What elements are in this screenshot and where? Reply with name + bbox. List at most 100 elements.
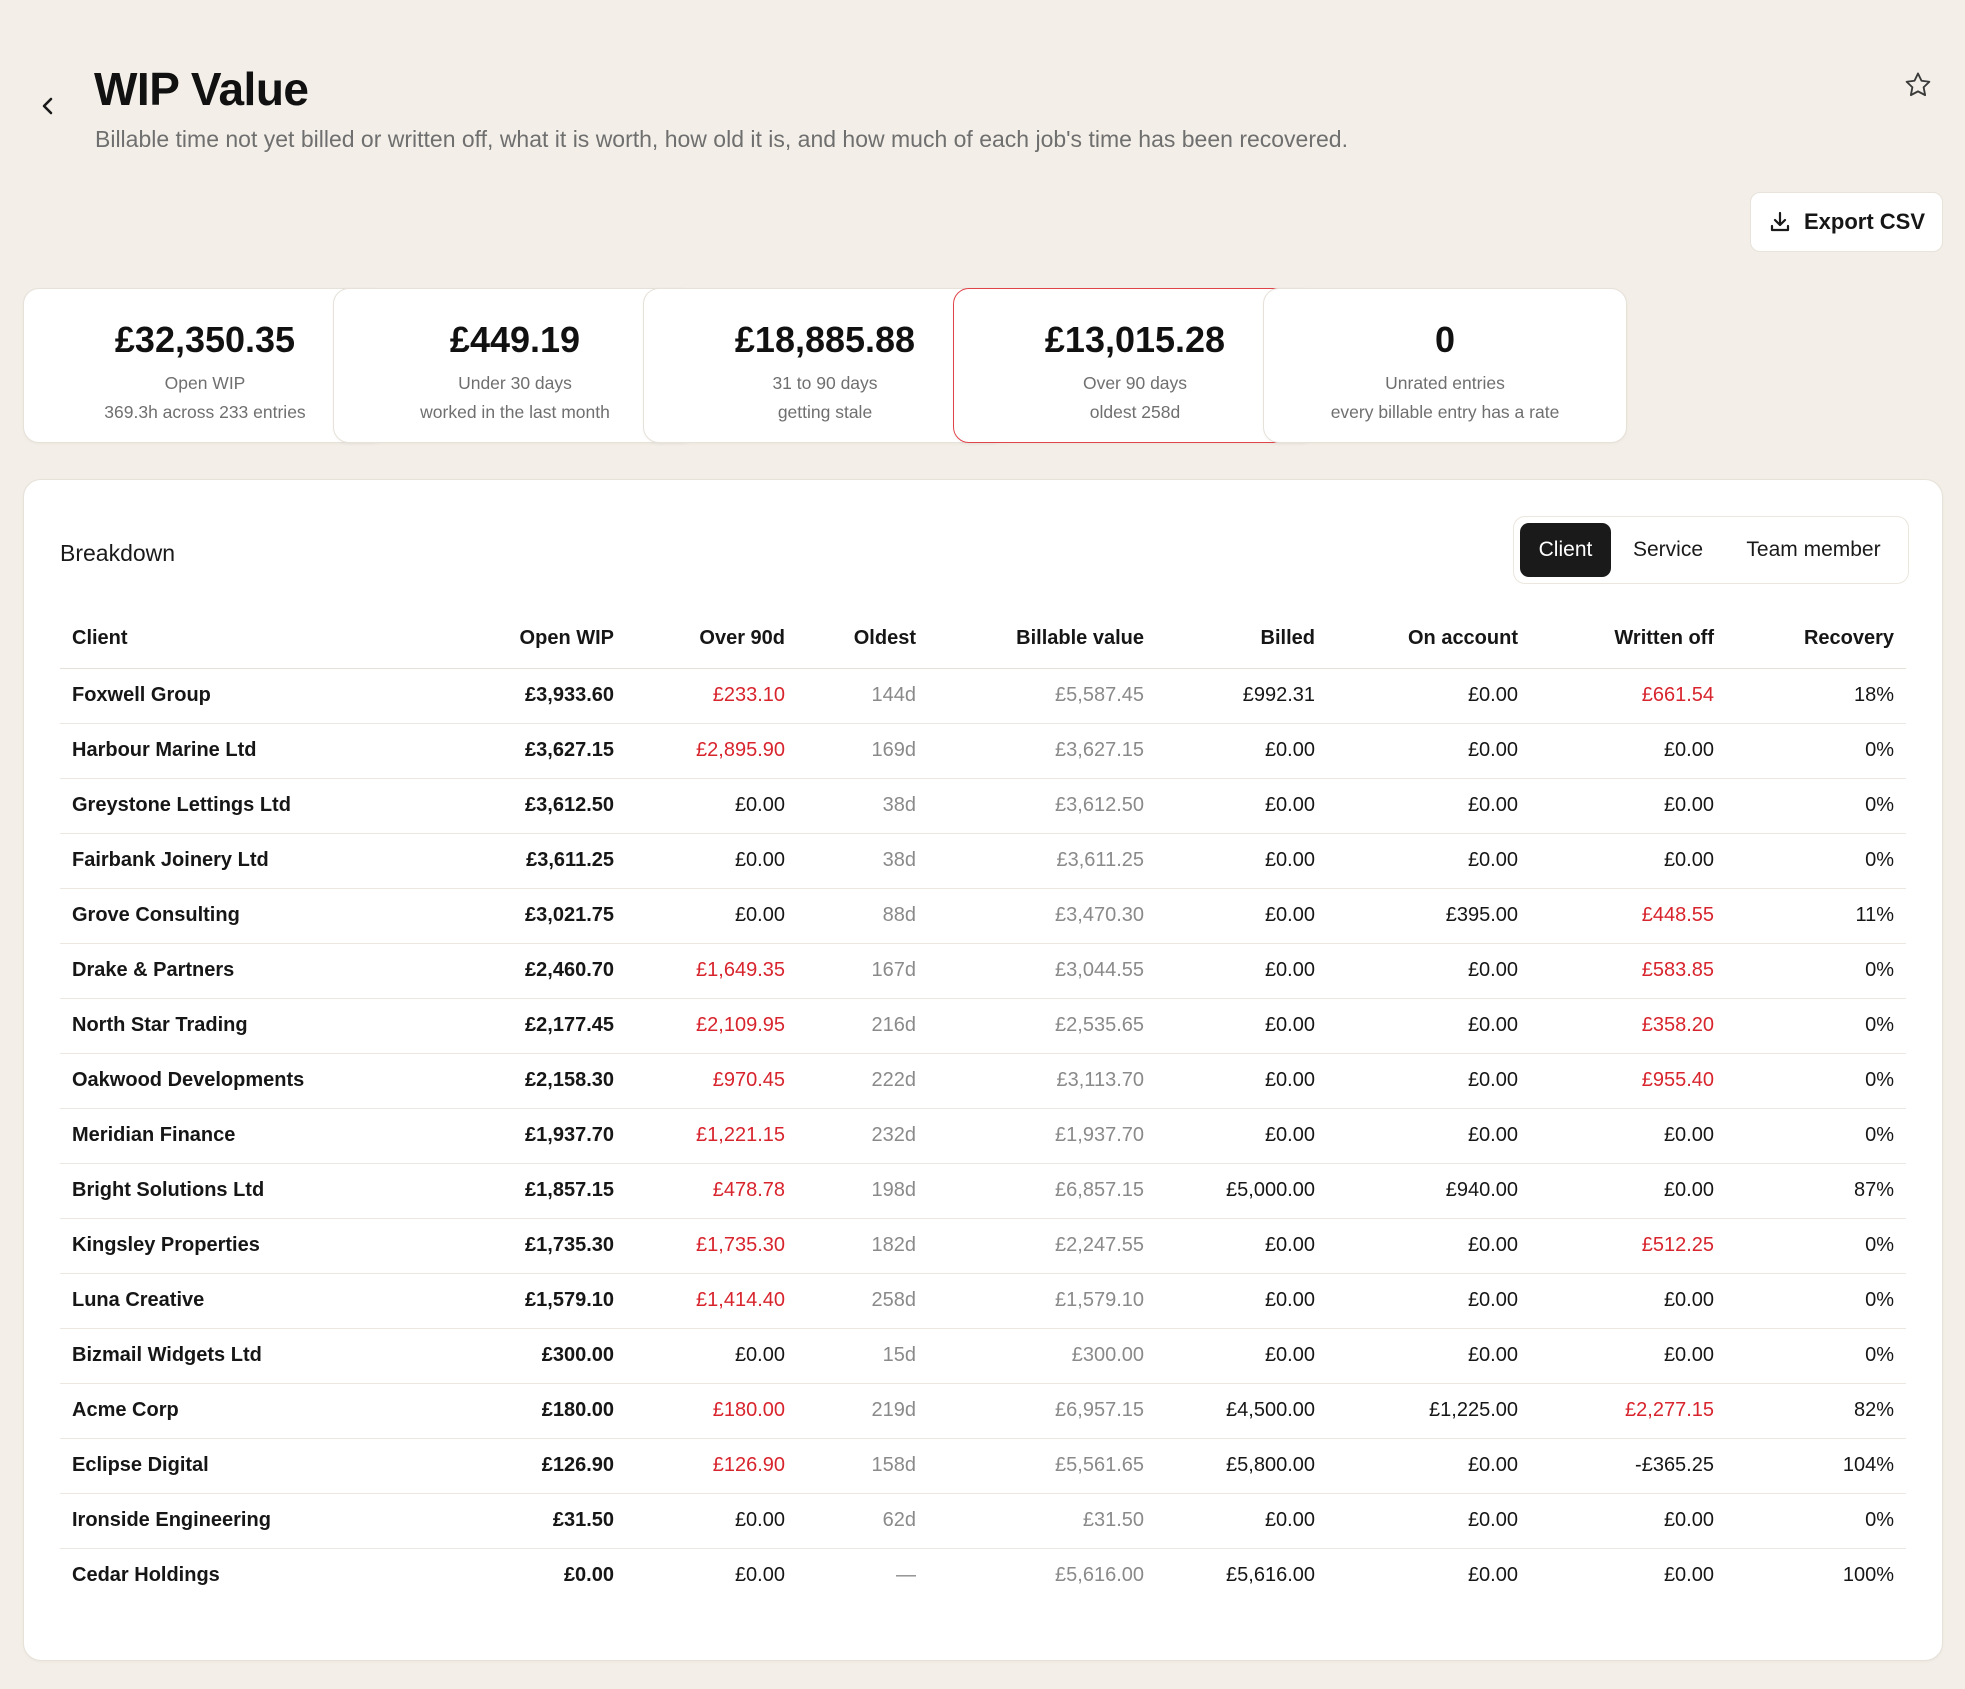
written-off-cell: £358.20 [1530, 998, 1726, 1054]
recovery-cell: 0% [1726, 1273, 1906, 1329]
column-header-written-off[interactable]: Written off [1530, 610, 1726, 669]
table-row[interactable]: Kingsley Properties £1,735.30 £1,735.30 182… [60, 1218, 1906, 1274]
billed-cell: £0.00 [1156, 998, 1327, 1054]
client-cell: Cedar Holdings [72, 1564, 220, 1587]
on-account-cell: £0.00 [1327, 1273, 1530, 1329]
on-account-cell: £395.00 [1327, 888, 1530, 944]
column-header-billable-value[interactable]: Billable value [928, 610, 1156, 669]
tab-service[interactable]: Service [1613, 523, 1723, 577]
written-off-cell: £0.00 [1530, 1163, 1726, 1219]
export-csv-button[interactable]: Export CSV [1750, 192, 1943, 252]
column-header-client[interactable]: Client [60, 610, 380, 669]
client-cell: Grove Consulting [60, 888, 380, 944]
client-cell: Fairbank Joinery Ltd [60, 833, 380, 889]
on-account-cell: £0.00 [1327, 1108, 1530, 1164]
billed-cell: £0.00 [1156, 1053, 1327, 1109]
oldest-cell: 38d [797, 833, 928, 889]
client-cell: North Star Trading [60, 998, 380, 1054]
oldest-cell: 222d [797, 1053, 928, 1109]
table-row[interactable]: Acme Corp £180.00 £180.00 219d £6,957.15 £4,5… [60, 1383, 1906, 1439]
table-row[interactable]: Greystone Lettings Ltd £3,612.50 £0.00 38d £… [60, 778, 1906, 834]
over-90d-cell: £0.00 [626, 778, 797, 834]
table-row[interactable]: Meridian Finance £1,937.70 £1,221.15 232d £1… [60, 1108, 1906, 1164]
favorite-button[interactable] [1901, 68, 1935, 102]
recovery-cell: 11% [1726, 888, 1906, 944]
client-cell: Bright Solutions Ltd [60, 1163, 380, 1219]
table-row[interactable]: Ironside Engineering £31.50 £0.00 62d £31.50… [60, 1493, 1906, 1549]
on-account-cell: £940.00 [1327, 1163, 1530, 1219]
download-icon [1770, 211, 1790, 232]
written-off-cell: £0.00 [1530, 778, 1726, 834]
billed-cell: £0.00 [1156, 1493, 1327, 1549]
over-90d-cell: £126.90 [626, 1438, 797, 1494]
tab-client[interactable]: Client [1520, 523, 1611, 577]
breakdown-panel: Breakdown Client Service Team member Cli… [23, 479, 1943, 1661]
column-header-on-account[interactable]: On account [1327, 610, 1530, 669]
open-wip-cell: £1,857.15 [380, 1163, 626, 1219]
billable-value-cell: £3,044.55 [928, 943, 1156, 999]
billed-cell: £0.00 [1156, 1108, 1327, 1164]
on-account-cell: £1,225.00 [1327, 1383, 1530, 1439]
stat-subtext: 369.3h across 233 entries [104, 402, 306, 422]
column-header-open-wip[interactable]: Open WIP [380, 610, 626, 669]
column-header-recovery[interactable]: Recovery [1726, 610, 1906, 669]
oldest-cell: 232d [797, 1108, 928, 1164]
written-off-cell: £583.85 [1530, 943, 1726, 999]
oldest-cell: 198d [797, 1163, 928, 1219]
over-90d-cell: £233.10 [626, 668, 797, 724]
table-row[interactable]: Foxwell Group £3,933.60 £233.10 144d £5,587.… [60, 668, 1906, 724]
oldest-cell: 167d [797, 943, 928, 999]
column-header-oldest[interactable]: Oldest [797, 610, 928, 669]
over-90d-cell: £0.00 [626, 833, 797, 889]
on-account-cell: £0.00 [1327, 1053, 1530, 1109]
table-row[interactable]: Cedar Holdings £0.00 £0.00 — £5,616.00 £5,616… [60, 1548, 1906, 1603]
billable-value-cell: £31.50 [928, 1493, 1156, 1549]
open-wip-cell: £3,627.15 [380, 723, 626, 779]
billable-value-cell: £6,957.15 [928, 1383, 1156, 1439]
table-row[interactable]: Fairbank Joinery Ltd £3,611.25 £0.00 38d £3,… [60, 833, 1906, 889]
billed-cell: £0.00 [1156, 1218, 1327, 1274]
table-row[interactable]: Eclipse Digital £126.90 £126.90 158d £5,561.… [60, 1438, 1906, 1494]
table-row[interactable]: Grove Consulting £3,021.75 £0.00 88d £3,470.… [60, 888, 1906, 944]
table-row[interactable]: Drake & Partners £2,460.70 £1,649.35 167d £3… [60, 943, 1906, 999]
oldest-cell: 258d [797, 1273, 928, 1329]
open-wip-cell: £2,177.45 [380, 998, 626, 1054]
page-subtitle: Billable time not yet billed or written … [95, 126, 1348, 152]
table-row[interactable]: Oakwood Developments £2,158.30 £970.45 222d… [60, 1053, 1906, 1109]
back-button[interactable] [34, 92, 62, 120]
open-wip-cell: £1,937.70 [380, 1108, 626, 1164]
on-account-cell: £0.00 [1327, 723, 1530, 779]
client-cell: Drake & Partners [60, 943, 380, 999]
column-header-over-90d[interactable]: Over 90d [626, 610, 797, 669]
recovery-cell: 104% [1726, 1438, 1906, 1494]
client-cell: Eclipse Digital [60, 1438, 380, 1494]
stat-subtext: getting stale [777, 402, 873, 422]
column-header-billed[interactable]: Billed [1156, 610, 1327, 669]
table-row[interactable]: North Star Trading £2,177.45 £2,109.95 216d… [60, 998, 1906, 1054]
table-row[interactable]: Bizmail Widgets Ltd £300.00 £0.00 15d £300.0… [60, 1328, 1906, 1384]
oldest-cell: 219d [797, 1383, 928, 1439]
open-wip-cell: £0.00 [563, 1564, 614, 1587]
open-wip-cell: £3,611.25 [380, 833, 626, 889]
written-off-cell: £0.00 [1530, 723, 1726, 779]
table-row[interactable]: Harbour Marine Ltd £3,627.15 £2,895.90 169d… [60, 723, 1906, 779]
stat-card: 0 Unrated entries every billable entry has… [1263, 288, 1627, 443]
over-90d-cell: £1,649.35 [626, 943, 797, 999]
billed-cell: £0.00 [1156, 833, 1327, 889]
open-wip-cell: £3,933.60 [380, 668, 626, 724]
billed-cell: £4,500.00 [1156, 1383, 1327, 1439]
table-row[interactable]: Bright Solutions Ltd £1,857.15 £478.78 198d… [60, 1163, 1906, 1219]
written-off-cell: £0.00 [1530, 1328, 1726, 1384]
tab-team-member[interactable]: Team member [1725, 523, 1902, 577]
over-90d-cell: £2,895.90 [626, 723, 797, 779]
recovery-cell: 0% [1726, 1108, 1906, 1164]
client-cell: Harbour Marine Ltd [60, 723, 380, 779]
billable-value-cell: £5,561.65 [928, 1438, 1156, 1494]
stat-label: Open WIP [164, 373, 246, 393]
recovery-cell: 0% [1726, 998, 1906, 1054]
on-account-cell: £0.00 [1467, 1564, 1518, 1587]
billable-value-cell: £2,535.65 [928, 998, 1156, 1054]
client-cell: Luna Creative [60, 1273, 380, 1329]
billable-value-cell: £6,857.15 [928, 1163, 1156, 1219]
table-row[interactable]: Luna Creative £1,579.10 £1,414.40 258d £1,57… [60, 1273, 1906, 1329]
